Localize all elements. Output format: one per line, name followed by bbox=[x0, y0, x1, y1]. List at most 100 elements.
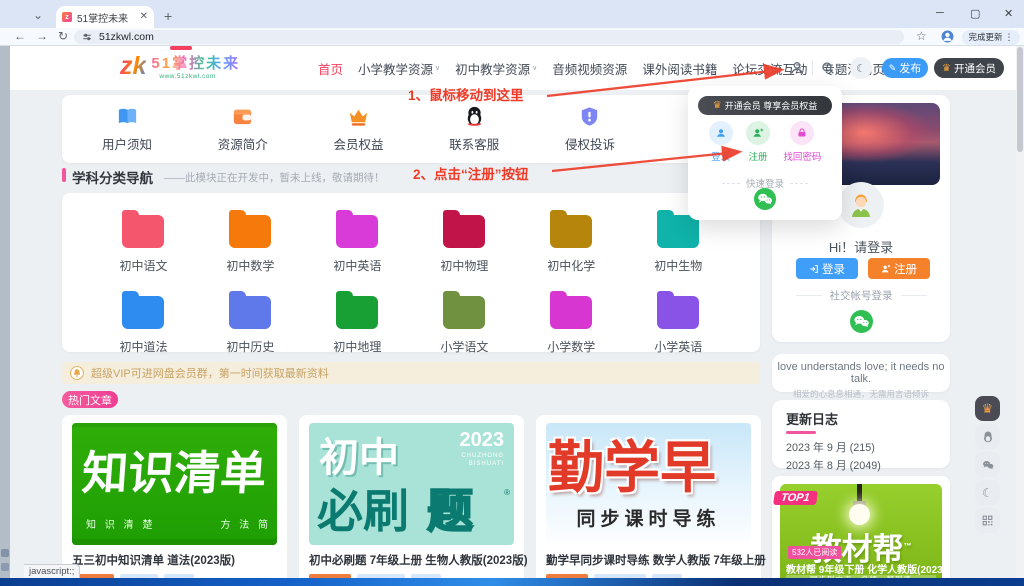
changelog-card: 更新日志 2023 年 9 月 (215) 2023 年 8 月 (2049) … bbox=[772, 400, 950, 468]
profile-icon[interactable] bbox=[941, 30, 954, 43]
window-close-button[interactable]: ✕ bbox=[1004, 7, 1013, 20]
float-qq-button[interactable] bbox=[975, 424, 1000, 449]
book-icon bbox=[116, 105, 139, 128]
cover-en: CHUZHONG bbox=[461, 453, 504, 459]
new-tab-button[interactable]: + bbox=[164, 9, 172, 23]
folder-item[interactable]: 初中地理 bbox=[304, 290, 411, 355]
publish-button[interactable]: ✎ 发布 bbox=[882, 58, 928, 78]
window-maximize-button[interactable]: ▢ bbox=[970, 7, 980, 20]
changelog-underline bbox=[786, 431, 816, 434]
article-title[interactable]: 勤学早同步课时导练 数学人教版 7年级上册 bbox=[546, 552, 766, 568]
shield-icon bbox=[578, 105, 601, 128]
reload-button[interactable]: ↻ bbox=[58, 30, 68, 42]
popup-login[interactable]: 登录 bbox=[709, 121, 733, 163]
folder-item[interactable]: 初中数学 bbox=[197, 209, 304, 274]
register-button[interactable]: 注册 bbox=[868, 258, 930, 279]
nav-item-home[interactable]: 首页 bbox=[318, 59, 343, 78]
user-icon[interactable] bbox=[789, 60, 805, 76]
dark-mode-toggle[interactable]: ☾ bbox=[850, 57, 872, 79]
popup-recover-password[interactable]: 找回密码 bbox=[783, 121, 821, 163]
changelog-entry[interactable]: 2023 年 8 月 (2049) bbox=[786, 457, 950, 473]
folder-item[interactable]: 小学英语 bbox=[625, 290, 732, 355]
top-book-title: 教材帮 9年级下册 化学人教版(2023春) bbox=[786, 561, 942, 576]
article-title[interactable]: 初中必刷题 7年级上册 生物人教版(2023版) bbox=[309, 552, 528, 568]
popup-register[interactable]: 注册 bbox=[746, 121, 770, 163]
quote-card: love understands love; it needs no talk.… bbox=[772, 354, 950, 392]
changelog-title: 更新日志 bbox=[786, 409, 950, 428]
folder-icon bbox=[550, 215, 592, 248]
publish-label: 发布 bbox=[899, 60, 921, 76]
folder-item[interactable]: 小学语文 bbox=[411, 290, 518, 355]
kebab-menu-icon[interactable]: ⋮ bbox=[1005, 32, 1014, 43]
changelog-entry[interactable]: 2023 年 9 月 (215) bbox=[786, 439, 950, 455]
login-greeting: Hi！请登录 bbox=[772, 237, 950, 256]
search-icon[interactable] bbox=[820, 60, 836, 76]
forward-button[interactable]: → bbox=[36, 30, 48, 42]
notice-text: 超级VIP可进网盘会员群，第一时间获取最新资料 bbox=[91, 365, 329, 381]
float-wechat-button[interactable] bbox=[975, 452, 1000, 477]
info-row-card: 用户须知 资源简介 会员权益 联系客服 侵权投诉 bbox=[62, 95, 760, 163]
cover-en: BISHUATI bbox=[469, 461, 504, 467]
article-title[interactable]: 五三初中知识清单 道法(2023版) bbox=[72, 552, 235, 568]
folder-item[interactable]: 初中历史 bbox=[197, 290, 304, 355]
logo-title: 51掌控未来 bbox=[151, 52, 240, 73]
tab-search-chevron-icon[interactable]: ⌄ bbox=[33, 9, 43, 21]
info-item-contact-support[interactable]: 联系客服 bbox=[449, 105, 499, 153]
article-card[interactable]: 初中 2023 CHUZHONG BISHUATI 必刷 题 ® 初中必刷题 7… bbox=[299, 415, 524, 586]
folder-item[interactable]: 初中物理 bbox=[411, 209, 518, 274]
folder-item[interactable]: 初中语文 bbox=[90, 209, 197, 274]
float-darkmode-button[interactable]: ☾ bbox=[975, 480, 1000, 505]
register-label: 注册 bbox=[894, 261, 917, 277]
nav-item-reading-books[interactable]: 课外阅读书籍 bbox=[642, 59, 717, 78]
nav-item-primary-school-resources[interactable]: 小学教学资源∨ bbox=[358, 59, 440, 78]
popup-vip-banner[interactable]: ♛ 开通会员 尊享会员权益 bbox=[698, 96, 832, 115]
back-button[interactable]: ← bbox=[14, 30, 26, 42]
wechat-icon bbox=[981, 458, 995, 472]
article-card[interactable]: 勤学早 同步课时导练 勤学早同步课时导练 数学人教版 7年级上册 bbox=[536, 415, 761, 586]
site-favicon-icon: z bbox=[62, 12, 72, 22]
nav-item-audio-video-resources[interactable]: 音频视频资源 bbox=[552, 59, 627, 78]
scrollbar-thumb[interactable] bbox=[1017, 47, 1023, 152]
info-item-resource-intro[interactable]: 资源简介 bbox=[218, 105, 268, 153]
folder-icon bbox=[122, 296, 164, 329]
nav-item-junior-school-resources[interactable]: 初中教学资源∨ bbox=[455, 59, 537, 78]
crown-icon: ♛ bbox=[942, 63, 951, 74]
window-minimize-button[interactable]: ─ bbox=[936, 7, 944, 19]
avatar bbox=[838, 182, 884, 228]
open-vip-button[interactable]: ♛ 开通会员 bbox=[934, 58, 1004, 78]
info-item-user-notice[interactable]: 用户须知 bbox=[102, 105, 152, 153]
info-item-infringement-report[interactable]: 侵权投诉 bbox=[565, 105, 615, 153]
folder-item[interactable]: 初中道法 bbox=[90, 290, 197, 355]
wechat-quick-login-icon[interactable] bbox=[754, 188, 776, 210]
link-status-tooltip: javascript:; bbox=[24, 564, 80, 578]
popup-actions: 登录 注册 找回密码 bbox=[688, 121, 842, 163]
info-item-member-benefits[interactable]: 会员权益 bbox=[333, 105, 383, 153]
site-logo[interactable]: zk 51掌控未来 www.51zkwl.com bbox=[120, 52, 240, 81]
qr-code-icon bbox=[981, 514, 994, 527]
folder-icon bbox=[443, 296, 485, 329]
desktop-icon bbox=[1, 563, 9, 571]
article-card[interactable]: 知识清单 知 识 清 楚 方 法 简 五三初中知识清单 道法(2023版) bbox=[62, 415, 287, 586]
desktop-icon bbox=[1, 549, 9, 557]
folder-item[interactable]: 初中化学 bbox=[518, 209, 625, 274]
folder-item[interactable]: 小学数学 bbox=[518, 290, 625, 355]
float-vip-button[interactable]: ♛ bbox=[975, 396, 1000, 421]
wechat-login-icon[interactable] bbox=[850, 310, 873, 333]
url-text: 51zkwl.com bbox=[99, 31, 154, 43]
browser-tab[interactable]: z 51掌控未来 ✕ bbox=[56, 6, 154, 28]
quote-chinese: 相爱的心息息相通，无需用言语倾诉 bbox=[772, 388, 950, 400]
login-person-icon bbox=[715, 127, 727, 139]
top-ranked-card[interactable]: TOP1 教材帮™ 532人已阅读 教材帮 9年级下册 化学人教版(2023春)… bbox=[772, 476, 950, 586]
bookmark-star-icon[interactable]: ☆ bbox=[916, 30, 927, 42]
annotation-step1: 1、鼠标移动到这里 bbox=[408, 84, 524, 104]
chrome-update-button[interactable]: 完成更新 ⋮ bbox=[962, 30, 1020, 45]
login-button[interactable]: 登录 bbox=[796, 258, 858, 279]
tab-close-icon[interactable]: ✕ bbox=[140, 12, 148, 22]
folder-item[interactable]: 初中英语 bbox=[304, 209, 411, 274]
address-bar[interactable]: 51zkwl.com bbox=[74, 30, 904, 44]
quote-english: love understands love; it needs no talk. bbox=[772, 361, 950, 385]
crown-icon: ♛ bbox=[982, 401, 994, 417]
register-person-icon bbox=[752, 127, 764, 139]
login-label: 登录 bbox=[822, 261, 845, 277]
float-qrcode-button[interactable] bbox=[975, 508, 1000, 533]
